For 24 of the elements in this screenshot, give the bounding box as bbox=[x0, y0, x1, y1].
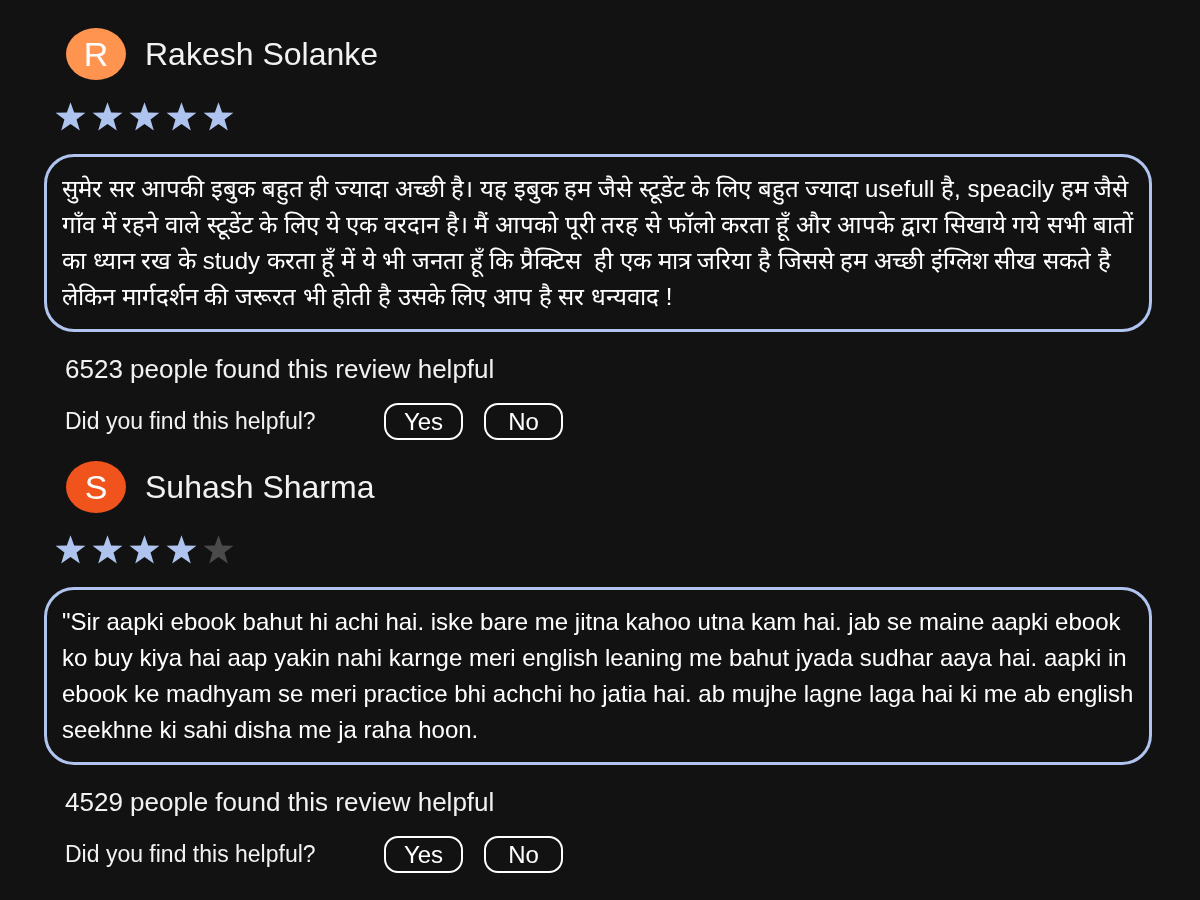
star-icon bbox=[92, 535, 123, 565]
avatar: R bbox=[66, 28, 126, 80]
star-icon bbox=[92, 102, 123, 132]
star-icon bbox=[166, 535, 197, 565]
reviewer-name: Suhash Sharma bbox=[145, 467, 375, 507]
star-icon bbox=[203, 102, 234, 132]
review-text: "Sir aapki ebook bahut hi achi hai. iske bare me jitna kahoo utna kam hai. jab se maine aapki ebook ko buy kiya hai aap yakin nahi karnge meri english leaning me bahut jyada sudhar aaya hai. aapki in ebook ke madhyam se meri practice bhi achchi ho jatia hai. ab mujhe lagne laga hai ki me ab english seekhne ki sahi disha me ja raha hoon. bbox=[44, 587, 1152, 765]
review-text: सुमेर सर आपकी इबुक बहुत ही ज्यादा अच्छी है। यह इबुक हम जैसे स्टूडेंट के लिए बहुत ज्यादा usefull है, speacily हम जैसे गाँव में रहने वाले स्टूडेंट के लिए ये एक वरदान है। मैं आपको पूरी तरह से फॉलो करता हूँ और आपके द्वारा सिखाये गये सभी बातों का ध्यान रख के study करता हूँ में ये भी जनता हूँ कि प्रैक्टिस ही एक मात्र जरिया है जिससे हम अच्छी इंग्लिश सीख सकते है लेकिन मार्गदर्शन की जरूरत भी होती है उसके लिए आप है सर धन्यवाद ! bbox=[44, 154, 1152, 332]
star-icon bbox=[55, 102, 86, 132]
yes-button[interactable]: Yes bbox=[384, 403, 463, 440]
helpful-count: 6523 people found this review helpful bbox=[65, 353, 495, 385]
yes-button[interactable]: Yes bbox=[384, 836, 463, 873]
helpful-prompt: Did you find this helpful? bbox=[65, 841, 317, 868]
star-icon bbox=[129, 102, 160, 132]
star-icon bbox=[203, 535, 234, 565]
star-icon bbox=[55, 535, 86, 565]
star-icon bbox=[129, 535, 160, 565]
star-icon bbox=[166, 102, 197, 132]
helpful-prompt: Did you find this helpful? bbox=[65, 408, 317, 435]
helpful-count: 4529 people found this review helpful bbox=[65, 786, 495, 818]
no-button[interactable]: No bbox=[484, 403, 563, 440]
reviewer-name: Rakesh Solanke bbox=[145, 34, 379, 74]
avatar: S bbox=[66, 461, 126, 513]
no-button[interactable]: No bbox=[484, 836, 563, 873]
